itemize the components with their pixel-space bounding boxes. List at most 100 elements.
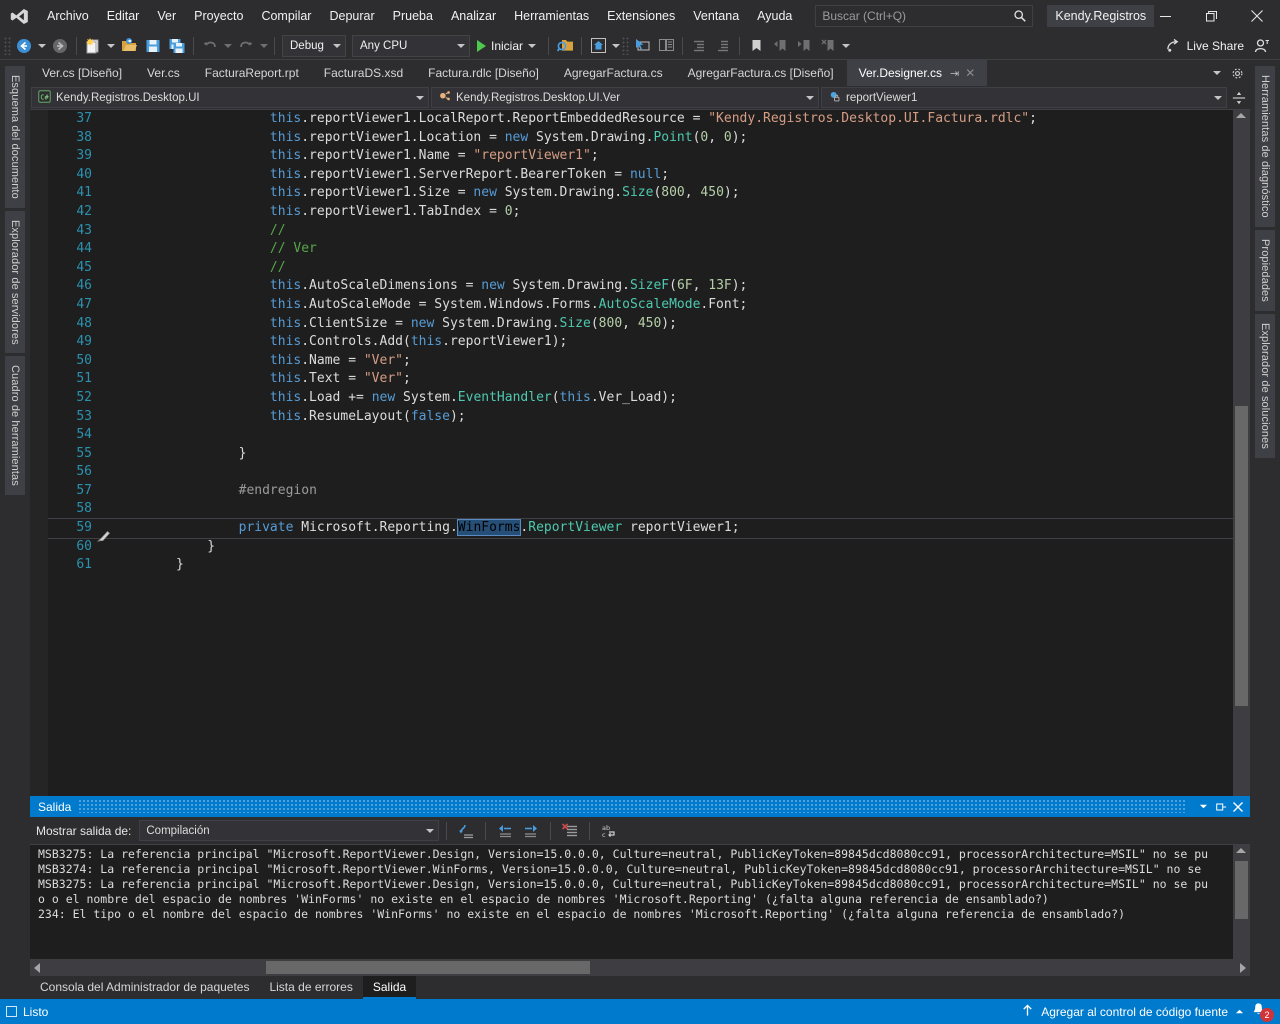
code-line[interactable]: 43 // (30, 222, 1233, 241)
code-line[interactable]: 54 (30, 426, 1233, 445)
doc-tab-facturareport-rpt[interactable]: FacturaReport.rpt (193, 60, 312, 86)
code-text[interactable]: // (176, 222, 1233, 241)
scroll-up-icon[interactable] (1236, 113, 1246, 118)
output-line[interactable]: o o el nombre del espacio de nombres 'Wi… (30, 892, 1233, 907)
minimize-button[interactable] (1142, 0, 1188, 32)
code-text[interactable]: this.Controls.Add(this.reportViewer1); (176, 333, 1233, 352)
code-text[interactable]: } (176, 445, 1233, 464)
code-line[interactable]: 41 this.reportViewer1.Size = new System.… (30, 184, 1233, 203)
output-vertical-scrollbar[interactable] (1233, 845, 1250, 959)
scroll-left-icon[interactable] (34, 963, 40, 973)
navbar-member-dropdown[interactable]: reportViewer1 (821, 87, 1227, 108)
next-bookmark-icon[interactable] (792, 34, 816, 58)
code-line[interactable]: 59 private Microsoft.Reporting.WinForms.… (30, 518, 1233, 542)
doc-tab-facturads-xsd[interactable]: FacturaDS.xsd (312, 60, 417, 86)
chevron-down-icon[interactable] (1208, 61, 1226, 85)
code-line[interactable]: 51 this.Text = "Ver"; (30, 370, 1233, 389)
home-icon[interactable] (586, 34, 610, 58)
menu-herramientas[interactable]: Herramientas (505, 0, 598, 32)
save-icon[interactable] (141, 34, 165, 58)
previous-bookmark-icon[interactable] (768, 34, 792, 58)
navbar-type-dropdown[interactable]: Kendy.Registros.Desktop.UI.Ver (431, 87, 819, 108)
chevron-up-icon[interactable] (1235, 1005, 1244, 1019)
undo-icon[interactable] (198, 34, 222, 58)
quick-launch-search[interactable] (815, 5, 1034, 27)
clear-all-icon[interactable] (558, 819, 582, 843)
code-line[interactable]: 57 #endregion (30, 482, 1233, 501)
split-editor-icon[interactable] (1228, 86, 1250, 109)
solution-configuration-combo[interactable]: Debug (282, 34, 346, 57)
menu-proyecto[interactable]: Proyecto (185, 0, 252, 32)
menu-archivo[interactable]: Archivo (38, 0, 98, 32)
code-line[interactable]: 53 this.ResumeLayout(false); (30, 408, 1233, 427)
new-item-dropdown-icon[interactable] (105, 34, 117, 58)
save-all-icon[interactable] (165, 34, 189, 58)
undo-dropdown-icon[interactable] (222, 34, 234, 58)
code-line[interactable]: 49 this.Controls.Add(this.reportViewer1)… (30, 333, 1233, 352)
code-text[interactable]: this.reportViewer1.LocalReport.ReportEmb… (176, 110, 1233, 129)
toolbar-grip[interactable] (4, 36, 12, 55)
redo-dropdown-icon[interactable] (258, 34, 270, 58)
navigate-back-dropdown-icon[interactable] (36, 34, 48, 58)
tool-tab-esquema-del-documento[interactable]: Esquema del documento (5, 66, 25, 208)
code-text[interactable]: this.AutoScaleDimensions = new System.Dr… (176, 277, 1233, 296)
decrease-indent-icon[interactable] (711, 34, 735, 58)
live-share-button[interactable]: Live Share (1160, 34, 1250, 58)
code-line[interactable]: 42 this.reportViewer1.TabIndex = 0; (30, 203, 1233, 222)
open-file-icon[interactable] (117, 34, 141, 58)
output-text-area[interactable]: MSB3275: La referencia principal "Micros… (30, 845, 1250, 959)
account-icon[interactable] (1250, 34, 1274, 58)
clear-bookmark-icon[interactable] (816, 34, 840, 58)
start-debug-button[interactable]: Iniciar (473, 34, 544, 58)
code-text[interactable]: // (176, 259, 1233, 278)
toolbar-grip-2[interactable] (622, 36, 631, 55)
code-line[interactable]: 38 this.reportViewer1.Location = new Sys… (30, 129, 1233, 148)
code-text[interactable]: private Microsoft.Reporting.WinForms.Rep… (176, 519, 1233, 538)
code-text[interactable]: } (176, 538, 1233, 557)
menu-editar[interactable]: Editar (98, 0, 149, 32)
code-text[interactable]: this.Name = "Ver"; (176, 352, 1233, 371)
doc-tab-ver-designer-cs[interactable]: Ver.Designer.cs ⇥ ✕ (846, 60, 989, 86)
increase-indent-icon[interactable] (687, 34, 711, 58)
gear-icon[interactable] (1228, 61, 1246, 85)
chevron-down-icon[interactable] (1195, 798, 1212, 816)
code-line[interactable]: 46 this.AutoScaleDimensions = new System… (30, 277, 1233, 296)
doc-tab-factura-rdlc-diseno[interactable]: Factura.rdlc [Diseño] (416, 60, 552, 86)
menu-ventana[interactable]: Ventana (684, 0, 748, 32)
go-to-message-icon[interactable] (454, 819, 478, 843)
doc-tab-ver-cs-diseno[interactable]: Ver.cs [Diseño] (30, 60, 136, 86)
code-line[interactable]: 55 } (30, 445, 1233, 464)
menu-ayuda[interactable]: Ayuda (748, 0, 801, 32)
solution-platform-combo[interactable]: Any CPU (352, 34, 470, 57)
output-line[interactable]: MSB3275: La referencia principal "Micros… (30, 877, 1233, 892)
code-editor[interactable]: 37 this.reportViewer1.LocalReport.Report… (30, 110, 1233, 796)
code-line[interactable]: 45 // (30, 259, 1233, 278)
doc-tab-ver-cs[interactable]: Ver.cs (135, 60, 193, 86)
code-line[interactable]: 56 (30, 463, 1233, 482)
menu-compilar[interactable]: Compilar (252, 0, 320, 32)
code-text[interactable]: // Ver (176, 240, 1233, 259)
code-text[interactable]: this.AutoScaleMode = System.Windows.Form… (176, 296, 1233, 315)
tool-tab-explorador-de-soluciones[interactable]: Explorador de soluciones (1255, 313, 1275, 458)
new-item-icon[interactable] (81, 34, 105, 58)
output-line[interactable]: MSB3274: La referencia principal "Micros… (30, 862, 1233, 877)
code-line[interactable]: 40 this.reportViewer1.ServerReport.Beare… (30, 166, 1233, 185)
indicator-margin[interactable] (30, 110, 48, 796)
dock-icon[interactable] (1212, 798, 1229, 816)
output-horizontal-scrollbar[interactable] (30, 959, 1250, 976)
code-line[interactable]: 39 this.reportViewer1.Name = "reportView… (30, 147, 1233, 166)
code-text[interactable]: this.reportViewer1.Size = new System.Dra… (176, 184, 1233, 203)
code-text[interactable]: this.reportViewer1.Name = "reportViewer1… (176, 147, 1233, 166)
scrollbar-thumb-horizontal[interactable] (266, 961, 590, 974)
editor-vertical-scrollbar[interactable] (1233, 110, 1250, 796)
next-message-icon[interactable] (519, 819, 543, 843)
tab-lista-de-errores[interactable]: Lista de errores (259, 976, 362, 999)
code-text[interactable]: #endregion (176, 482, 1233, 501)
bookmark-icon[interactable] (744, 34, 768, 58)
scroll-right-icon[interactable] (1240, 963, 1246, 973)
tool-tab-herramientas-de-diagnostico[interactable]: Herramientas de diagnóstico (1255, 66, 1275, 227)
code-line[interactable]: 50 this.Name = "Ver"; (30, 352, 1233, 371)
output-line[interactable]: MSB3275: La referencia principal "Micros… (30, 847, 1233, 862)
search-input[interactable] (822, 9, 1013, 23)
code-line[interactable]: 44 // Ver (30, 240, 1233, 259)
